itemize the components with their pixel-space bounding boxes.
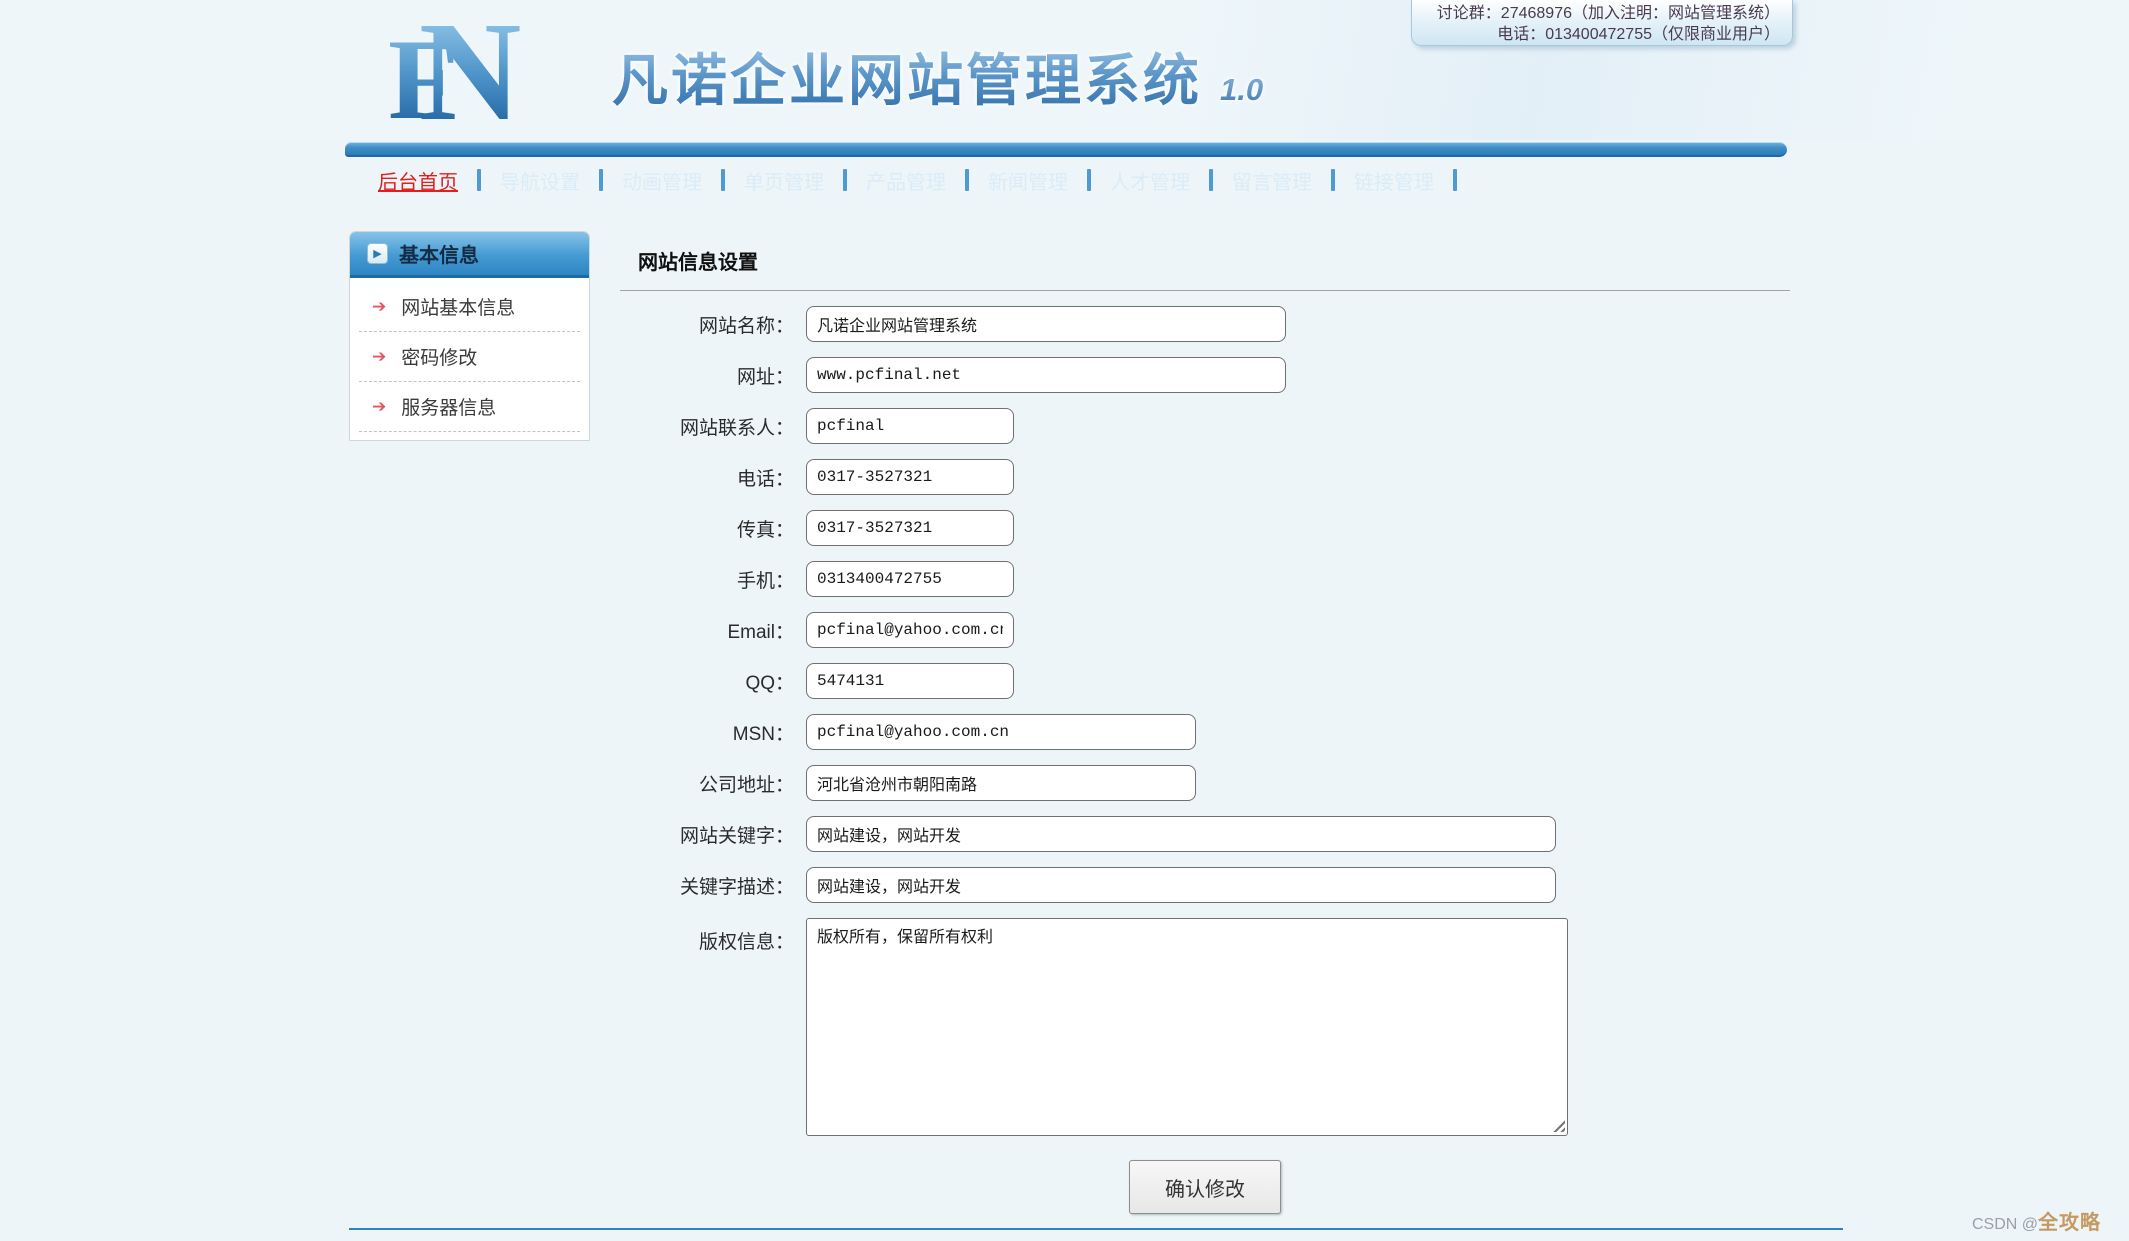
header: F N 凡诺企业网站管理系统 1.0 讨论群：27468976（加入注明：网站管… bbox=[0, 0, 2129, 140]
sidebar-item[interactable]: ➔ 密码修改 bbox=[359, 332, 580, 382]
form-row-copyright: 版权信息： 版权所有，保留所有权利 bbox=[620, 918, 1790, 1136]
watermark: CSDN @ 全攻略 bbox=[1972, 1206, 2101, 1235]
form-row-phone: 电话： bbox=[620, 459, 1790, 495]
field-label: 网站联系人： bbox=[620, 413, 806, 440]
field-label: 网站关键字： bbox=[620, 821, 806, 848]
nav-item[interactable]: 动画管理 bbox=[603, 166, 721, 195]
page: { "header": { "logo": "FN", "title": "凡诺… bbox=[0, 0, 2129, 1241]
qq-input[interactable] bbox=[806, 663, 1014, 699]
arrow-icon: ➔ bbox=[372, 297, 386, 317]
contact-line-phone: 电话：013400472755（仅限商业用户） bbox=[1412, 24, 1780, 45]
nav-menu: 后台首页导航设置动画管理单页管理产品管理新闻管理人才管理留言管理链接管理 bbox=[345, 160, 1787, 200]
field-label: 公司地址： bbox=[620, 770, 806, 797]
form-row-email: Email： bbox=[620, 612, 1790, 648]
site-keywords-input[interactable] bbox=[806, 816, 1556, 852]
contact-person-input[interactable] bbox=[806, 408, 1014, 444]
field-label: 网站名称： bbox=[620, 311, 806, 338]
contact-info-box: 讨论群：27468976（加入注明：网站管理系统） 电话：01340047275… bbox=[1411, 0, 1793, 46]
form-row-company-address: 公司地址： bbox=[620, 765, 1790, 801]
sidebar-item-label: 服务器信息 bbox=[401, 393, 496, 420]
form-row-fax: 传真： bbox=[620, 510, 1790, 546]
nav-item[interactable]: 留言管理 bbox=[1213, 166, 1331, 195]
textarea-wrap: 版权所有，保留所有权利 bbox=[806, 918, 1568, 1136]
fax-input[interactable] bbox=[806, 510, 1014, 546]
watermark-name: 全攻略 bbox=[2038, 1206, 2101, 1235]
watermark-prefix: CSDN @ bbox=[1972, 1216, 2038, 1234]
form-row-site-keywords: 网站关键字： bbox=[620, 816, 1790, 852]
form-row-site-name: 网站名称： bbox=[620, 306, 1790, 342]
field-label: Email： bbox=[620, 617, 806, 644]
site-version: 1.0 bbox=[1220, 72, 1263, 108]
form-row-mobile: 手机： bbox=[620, 561, 1790, 597]
form-row-keywords-description: 关键字描述： bbox=[620, 867, 1790, 903]
nav-item[interactable]: 新闻管理 bbox=[969, 166, 1087, 195]
nav-item[interactable]: 产品管理 bbox=[847, 166, 965, 195]
form-row-contact-person: 网站联系人： bbox=[620, 408, 1790, 444]
field-label: 电话： bbox=[620, 464, 806, 491]
logo: F N bbox=[388, 2, 521, 134]
sidebar-item[interactable]: ➔ 服务器信息 bbox=[359, 382, 580, 432]
settings-form: 网站名称： 网址： 网站联系人： 电话： 传真： 手机： Email： QQ： MSN： 公司地址… bbox=[620, 306, 1790, 1214]
bottom-divider-line bbox=[349, 1228, 1843, 1230]
nav-item[interactable]: 人才管理 bbox=[1091, 166, 1209, 195]
contact-line-group: 讨论群：27468976（加入注明：网站管理系统） bbox=[1412, 3, 1780, 24]
field-label: 关键字描述： bbox=[620, 872, 806, 899]
phone-input[interactable] bbox=[806, 459, 1014, 495]
keywords-description-input[interactable] bbox=[806, 867, 1556, 903]
arrow-icon: ➔ bbox=[372, 397, 386, 417]
nav-bar-decoration bbox=[345, 142, 1787, 157]
divider bbox=[620, 290, 1790, 291]
form-row-site-url: 网址： bbox=[620, 357, 1790, 393]
page-title: 网站信息设置 bbox=[638, 246, 1790, 275]
msn-input[interactable] bbox=[806, 714, 1196, 750]
field-label: 传真： bbox=[620, 515, 806, 542]
nav-item[interactable]: 单页管理 bbox=[725, 166, 843, 195]
sidebar-header: ▶ 基本信息 bbox=[350, 232, 589, 278]
form-row-qq: QQ： bbox=[620, 663, 1790, 699]
sidebar-item[interactable]: ➔ 网站基本信息 bbox=[359, 282, 580, 332]
field-label: 网址： bbox=[620, 362, 806, 389]
site-title-wrap: 凡诺企业网站管理系统 1.0 bbox=[612, 36, 1263, 117]
sidebar-item-label: 密码修改 bbox=[401, 343, 477, 370]
nav-item[interactable]: 链接管理 bbox=[1335, 166, 1453, 195]
sidebar-item-label: 网站基本信息 bbox=[401, 293, 515, 320]
mobile-input[interactable] bbox=[806, 561, 1014, 597]
site-url-input[interactable] bbox=[806, 357, 1286, 393]
play-icon: ▶ bbox=[367, 243, 388, 264]
form-row-msn: MSN： bbox=[620, 714, 1790, 750]
sidebar-title: 基本信息 bbox=[399, 239, 479, 268]
site-name-input[interactable] bbox=[806, 306, 1286, 342]
field-label: MSN： bbox=[620, 719, 806, 746]
arrow-icon: ➔ bbox=[372, 347, 386, 367]
copyright-textarea[interactable]: 版权所有，保留所有权利 bbox=[806, 918, 1568, 1136]
nav-separator bbox=[1453, 169, 1457, 191]
field-label: QQ： bbox=[620, 668, 806, 695]
site-title: 凡诺企业网站管理系统 bbox=[612, 36, 1202, 117]
nav-item[interactable]: 后台首页 bbox=[359, 166, 477, 195]
sidebar: ▶ 基本信息 ➔ 网站基本信息 ➔ 密码修改 ➔ 服务器信息 bbox=[349, 231, 590, 441]
confirm-modify-button[interactable]: 确认修改 bbox=[1129, 1160, 1281, 1214]
field-label: 版权信息： bbox=[620, 918, 806, 954]
logo-letter-n: N bbox=[419, 9, 522, 134]
company-address-input[interactable] bbox=[806, 765, 1196, 801]
main-panel: 网站信息设置 网站名称： 网址： 网站联系人： 电话： 传真： 手机： Email： QQ： M… bbox=[620, 240, 1790, 1214]
nav-item[interactable]: 导航设置 bbox=[481, 166, 599, 195]
email-input[interactable] bbox=[806, 612, 1014, 648]
field-label: 手机： bbox=[620, 566, 806, 593]
sidebar-items: ➔ 网站基本信息 ➔ 密码修改 ➔ 服务器信息 bbox=[350, 278, 589, 440]
button-row: 确认修改 bbox=[620, 1160, 1790, 1214]
